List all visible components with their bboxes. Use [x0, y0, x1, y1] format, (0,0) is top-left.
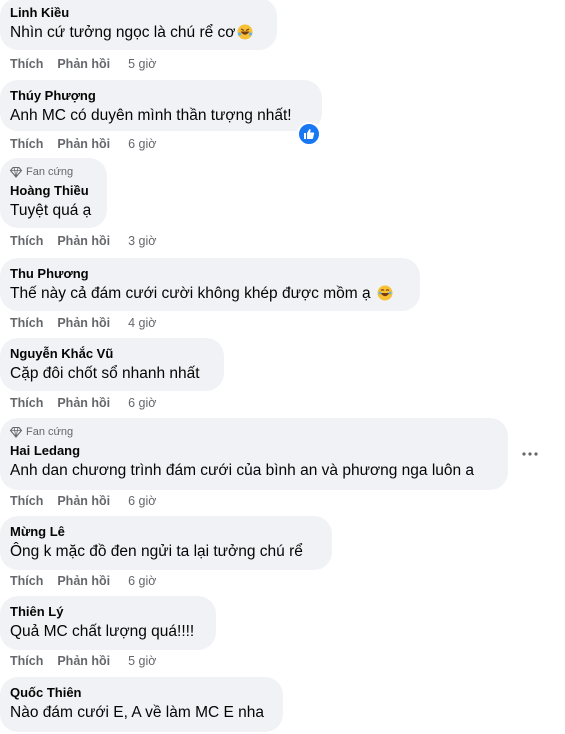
like-button[interactable]: Thích — [10, 654, 43, 668]
rofl-emoji — [237, 24, 253, 46]
fan-badge: Fan cứng — [10, 164, 95, 180]
comment-text: Anh MC có duyên mình thần tượng nhất! — [10, 107, 292, 124]
fan-badge-label: Fan cứng — [26, 426, 74, 438]
comment-text: Nào đám cưới E, A về làm MC E nha — [10, 704, 265, 721]
like-button[interactable]: Thích — [10, 234, 43, 248]
comment-timestamp[interactable]: 5 giờ — [128, 57, 156, 71]
comment-bubble: Thu Phương Thế này cả đám cưới cười khôn… — [0, 258, 420, 311]
comment-bubble: Fan cứng Hoàng Thiều Tuyệt quá ạ — [0, 158, 107, 228]
fan-badge: Fan cứng — [10, 424, 496, 440]
comment-bubble: Thiên Lý Quả MC chất lượng quá!!!! — [0, 596, 216, 650]
comment-author[interactable]: Nguyễn Khắc Vũ — [10, 345, 212, 362]
comment-text: Cặp đôi chốt sổ nhanh nhất — [10, 365, 200, 382]
reply-button[interactable]: Phản hồi — [57, 574, 110, 588]
comment-text: Ông k mặc đồ đen ngửi ta lại tưởng chú r… — [10, 543, 303, 560]
comment-timestamp[interactable]: 3 giờ — [128, 234, 156, 248]
comment-bubble: Quốc Thiên Nào đám cưới E, A về làm MC E… — [0, 677, 283, 732]
comment-author[interactable]: Quốc Thiên — [10, 684, 271, 701]
comment-author[interactable]: Hai Ledang — [10, 442, 496, 459]
comment-text: Quả MC chất lượng quá!!!! — [10, 623, 195, 640]
like-reaction-icon[interactable] — [297, 122, 321, 146]
comment-bubble: Fan cứng Hai Ledang Anh dan chương trình… — [0, 418, 508, 490]
comment-text: Nhìn cứ tưởng ngọc là chú rể cơ — [10, 23, 265, 46]
fan-badge-label: Fan cứng — [26, 166, 74, 178]
comment-author[interactable]: Linh Kiều — [10, 4, 265, 21]
like-button[interactable]: Thích — [10, 396, 43, 410]
comment-actions: Thích Phản hồi 6 giờ — [10, 494, 156, 508]
comment-text: Anh dan chương trình đám cưới của bình a… — [10, 462, 475, 479]
comment-timestamp[interactable]: 6 giờ — [128, 137, 156, 151]
comment-author[interactable]: Hoàng Thiều — [10, 182, 95, 199]
reply-button[interactable]: Phản hồi — [57, 494, 110, 508]
comment-timestamp[interactable]: 5 giờ — [128, 654, 156, 668]
reply-button[interactable]: Phản hồi — [57, 654, 110, 668]
comment-author[interactable]: Thiên Lý — [10, 603, 204, 620]
comment-actions: Thích Phản hồi 3 giờ — [10, 234, 156, 248]
comment-timestamp[interactable]: 6 giờ — [128, 494, 156, 508]
like-button[interactable]: Thích — [10, 57, 43, 71]
reply-button[interactable]: Phản hồi — [57, 137, 110, 151]
like-button[interactable]: Thích — [10, 137, 43, 151]
comment-text: Tuyệt quá ạ — [10, 202, 92, 219]
reply-button[interactable]: Phản hồi — [57, 316, 110, 330]
comment-bubble: Mừng Lê Ông k mặc đồ đen ngửi ta lại tưở… — [0, 516, 332, 570]
comment-actions: Thích Phản hồi 6 giờ — [10, 137, 156, 151]
comment-timestamp[interactable]: 6 giờ — [128, 396, 156, 410]
comment-actions: Thích Phản hồi 4 giờ — [10, 316, 156, 330]
comment-bubble: Linh Kiều Nhìn cứ tưởng ngọc là chú rể c… — [0, 0, 277, 50]
reply-button[interactable]: Phản hồi — [57, 234, 110, 248]
comment-bubble: Nguyễn Khắc Vũ Cặp đôi chốt sổ nhanh nhấ… — [0, 338, 224, 391]
like-button[interactable]: Thích — [10, 494, 43, 508]
comment-text: Thế này cả đám cưới cười không khép được… — [10, 284, 408, 307]
comment-actions: Thích Phản hồi 6 giờ — [10, 396, 156, 410]
comment-bubble: Thúy Phượng Anh MC có duyên mình thần tư… — [0, 80, 322, 131]
reply-button[interactable]: Phản hồi — [57, 396, 110, 410]
comment-actions: Thích Phản hồi 5 giờ — [10, 654, 156, 668]
comment-actions: Thích Phản hồi 5 giờ — [10, 57, 156, 71]
like-button[interactable]: Thích — [10, 316, 43, 330]
comment-author[interactable]: Mừng Lê — [10, 523, 320, 540]
laugh-emoji — [377, 285, 393, 307]
comment-author[interactable]: Thu Phương — [10, 265, 408, 282]
diamond-icon — [10, 426, 22, 438]
more-options-icon[interactable] — [516, 440, 544, 468]
diamond-icon — [10, 166, 22, 178]
comment-timestamp[interactable]: 6 giờ — [128, 574, 156, 588]
like-button[interactable]: Thích — [10, 574, 43, 588]
comment-actions: Thích Phản hồi 6 giờ — [10, 574, 156, 588]
comment-author[interactable]: Thúy Phượng — [10, 87, 310, 104]
comment-timestamp[interactable]: 4 giờ — [128, 316, 156, 330]
reply-button[interactable]: Phản hồi — [57, 57, 110, 71]
